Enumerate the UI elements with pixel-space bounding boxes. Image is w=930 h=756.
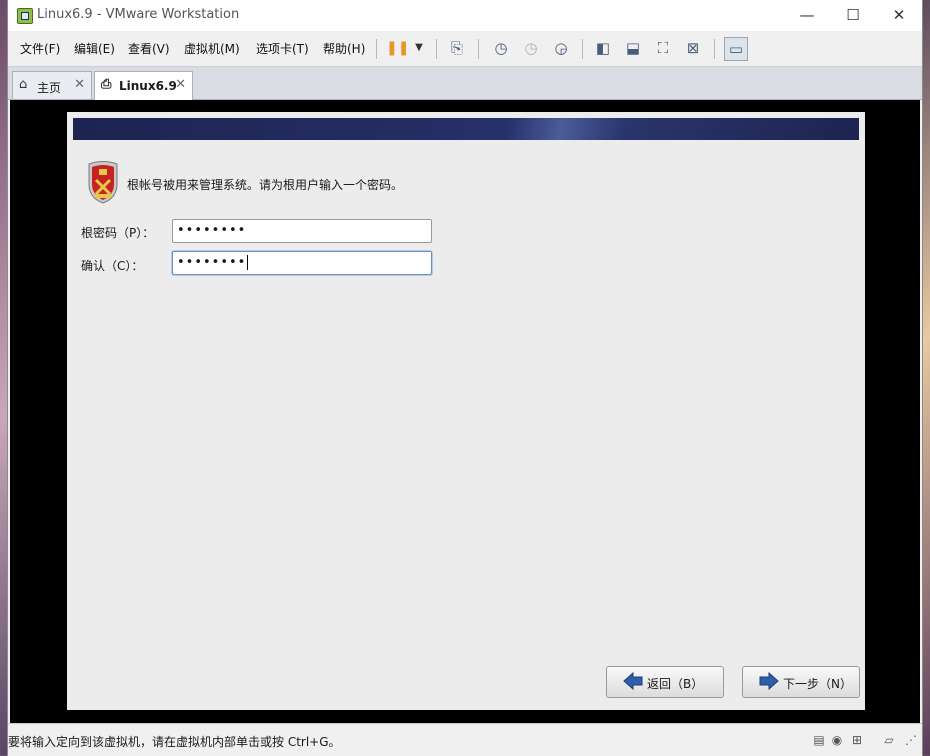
menu-vm[interactable]: 虚拟机(M)	[184, 40, 240, 57]
tab-label: Linux6.9	[119, 79, 177, 93]
thumbnail-icon[interactable]: ⬓	[622, 37, 644, 59]
toolbar-separator	[582, 39, 583, 59]
root-password-description: 根帐号被用来管理系统。请为根用户输入一个密码。	[127, 178, 404, 192]
shield-icon	[88, 161, 118, 204]
message-icon[interactable]: ▱	[882, 733, 896, 747]
back-button[interactable]: 返回（B）	[606, 666, 724, 698]
close-tab-icon[interactable]: ✕	[74, 77, 85, 92]
toolbar-separator	[376, 39, 377, 59]
window-title: Linux6.9 - VMware Workstation	[37, 7, 240, 22]
sidebar-icon[interactable]: ◧	[592, 37, 614, 59]
vm-icon: ⎙	[101, 77, 112, 92]
vmware-app-icon	[17, 8, 33, 24]
tab-linux69[interactable]: ⎙ Linux6.9 ✕	[94, 71, 193, 100]
resize-grip-icon: ⋰	[905, 733, 917, 747]
tab-strip: ⌂ 主页 ✕ ⎙ Linux6.9 ✕	[8, 67, 922, 100]
menu-tabs[interactable]: 选项卡(T)	[256, 40, 309, 57]
revert-snapshot-icon[interactable]: ◷	[520, 37, 542, 59]
tab-label: 主页	[37, 81, 62, 95]
toolbar-separator	[714, 39, 715, 59]
maximize-button[interactable]: ☐	[830, 0, 876, 31]
title-bar: Linux6.9 - VMware Workstation — ☐ ✕	[8, 0, 922, 31]
next-button[interactable]: 下一步（N）	[742, 666, 860, 698]
confirm-password-value: ••••••••	[177, 255, 247, 270]
arrow-right-icon	[759, 672, 779, 690]
fullscreen-icon[interactable]: ⛶	[652, 37, 674, 59]
toolbar-separator	[478, 39, 479, 59]
toolbar-separator	[436, 39, 437, 59]
close-button[interactable]: ✕	[876, 0, 922, 31]
root-password-input[interactable]: ••••••••	[172, 219, 432, 243]
console-view-icon[interactable]: ▭	[724, 37, 748, 61]
dropdown-icon[interactable]: ▼	[408, 37, 430, 59]
pause-icon[interactable]: ❚❚	[386, 37, 409, 59]
menu-file[interactable]: 文件(F)	[20, 40, 60, 57]
text-caret	[247, 255, 249, 270]
status-bar: 要将输入定向到该虚拟机，请在虚拟机内部单击或按 Ctrl+G。 ▤ ◉ ⊞ ▱ …	[8, 723, 922, 756]
menu-help[interactable]: 帮助(H)	[323, 40, 365, 57]
next-label: 下一步（N）	[783, 677, 852, 691]
root-password-value: ••••••••	[177, 223, 247, 238]
confirm-password-label: 确认（C）：	[81, 259, 144, 273]
cd-drive-icon[interactable]: ◉	[830, 733, 844, 747]
menu-view[interactable]: 查看(V)	[128, 40, 170, 57]
confirm-password-input[interactable]: ••••••••	[172, 251, 432, 275]
installer-banner	[73, 118, 859, 140]
close-tab-icon[interactable]: ✕	[175, 77, 186, 92]
snapshot-manager-icon[interactable]: ◶	[550, 37, 572, 59]
send-ctrl-alt-del-icon[interactable]: ⎘	[446, 37, 468, 59]
installer-screen: 根帐号被用来管理系统。请为根用户输入一个密码。 根密码（P）： ••••••••…	[67, 112, 865, 710]
arrow-left-icon	[623, 672, 643, 690]
menu-edit[interactable]: 编辑(E)	[74, 40, 115, 57]
back-label: 返回（B）	[647, 677, 704, 691]
unity-icon[interactable]: ⊠	[682, 37, 704, 59]
network-icon[interactable]: ⊞	[850, 733, 864, 747]
minimize-button[interactable]: —	[784, 0, 830, 31]
hard-disk-icon[interactable]: ▤	[812, 733, 826, 747]
menu-toolbar: 文件(F) 编辑(E) 查看(V) 虚拟机(M) 选项卡(T) 帮助(H) ❚❚…	[8, 31, 922, 67]
status-text: 要将输入定向到该虚拟机，请在虚拟机内部单击或按 Ctrl+G。	[8, 735, 341, 749]
snapshot-icon[interactable]: ◷	[490, 37, 512, 59]
root-password-label: 根密码（P）：	[81, 226, 155, 240]
home-icon: ⌂	[19, 77, 28, 92]
vm-console[interactable]: 根帐号被用来管理系统。请为根用户输入一个密码。 根密码（P）： ••••••••…	[10, 100, 920, 723]
vmware-window: Linux6.9 - VMware Workstation — ☐ ✕ 文件(F…	[8, 0, 922, 756]
tab-home[interactable]: ⌂ 主页 ✕	[12, 71, 92, 99]
